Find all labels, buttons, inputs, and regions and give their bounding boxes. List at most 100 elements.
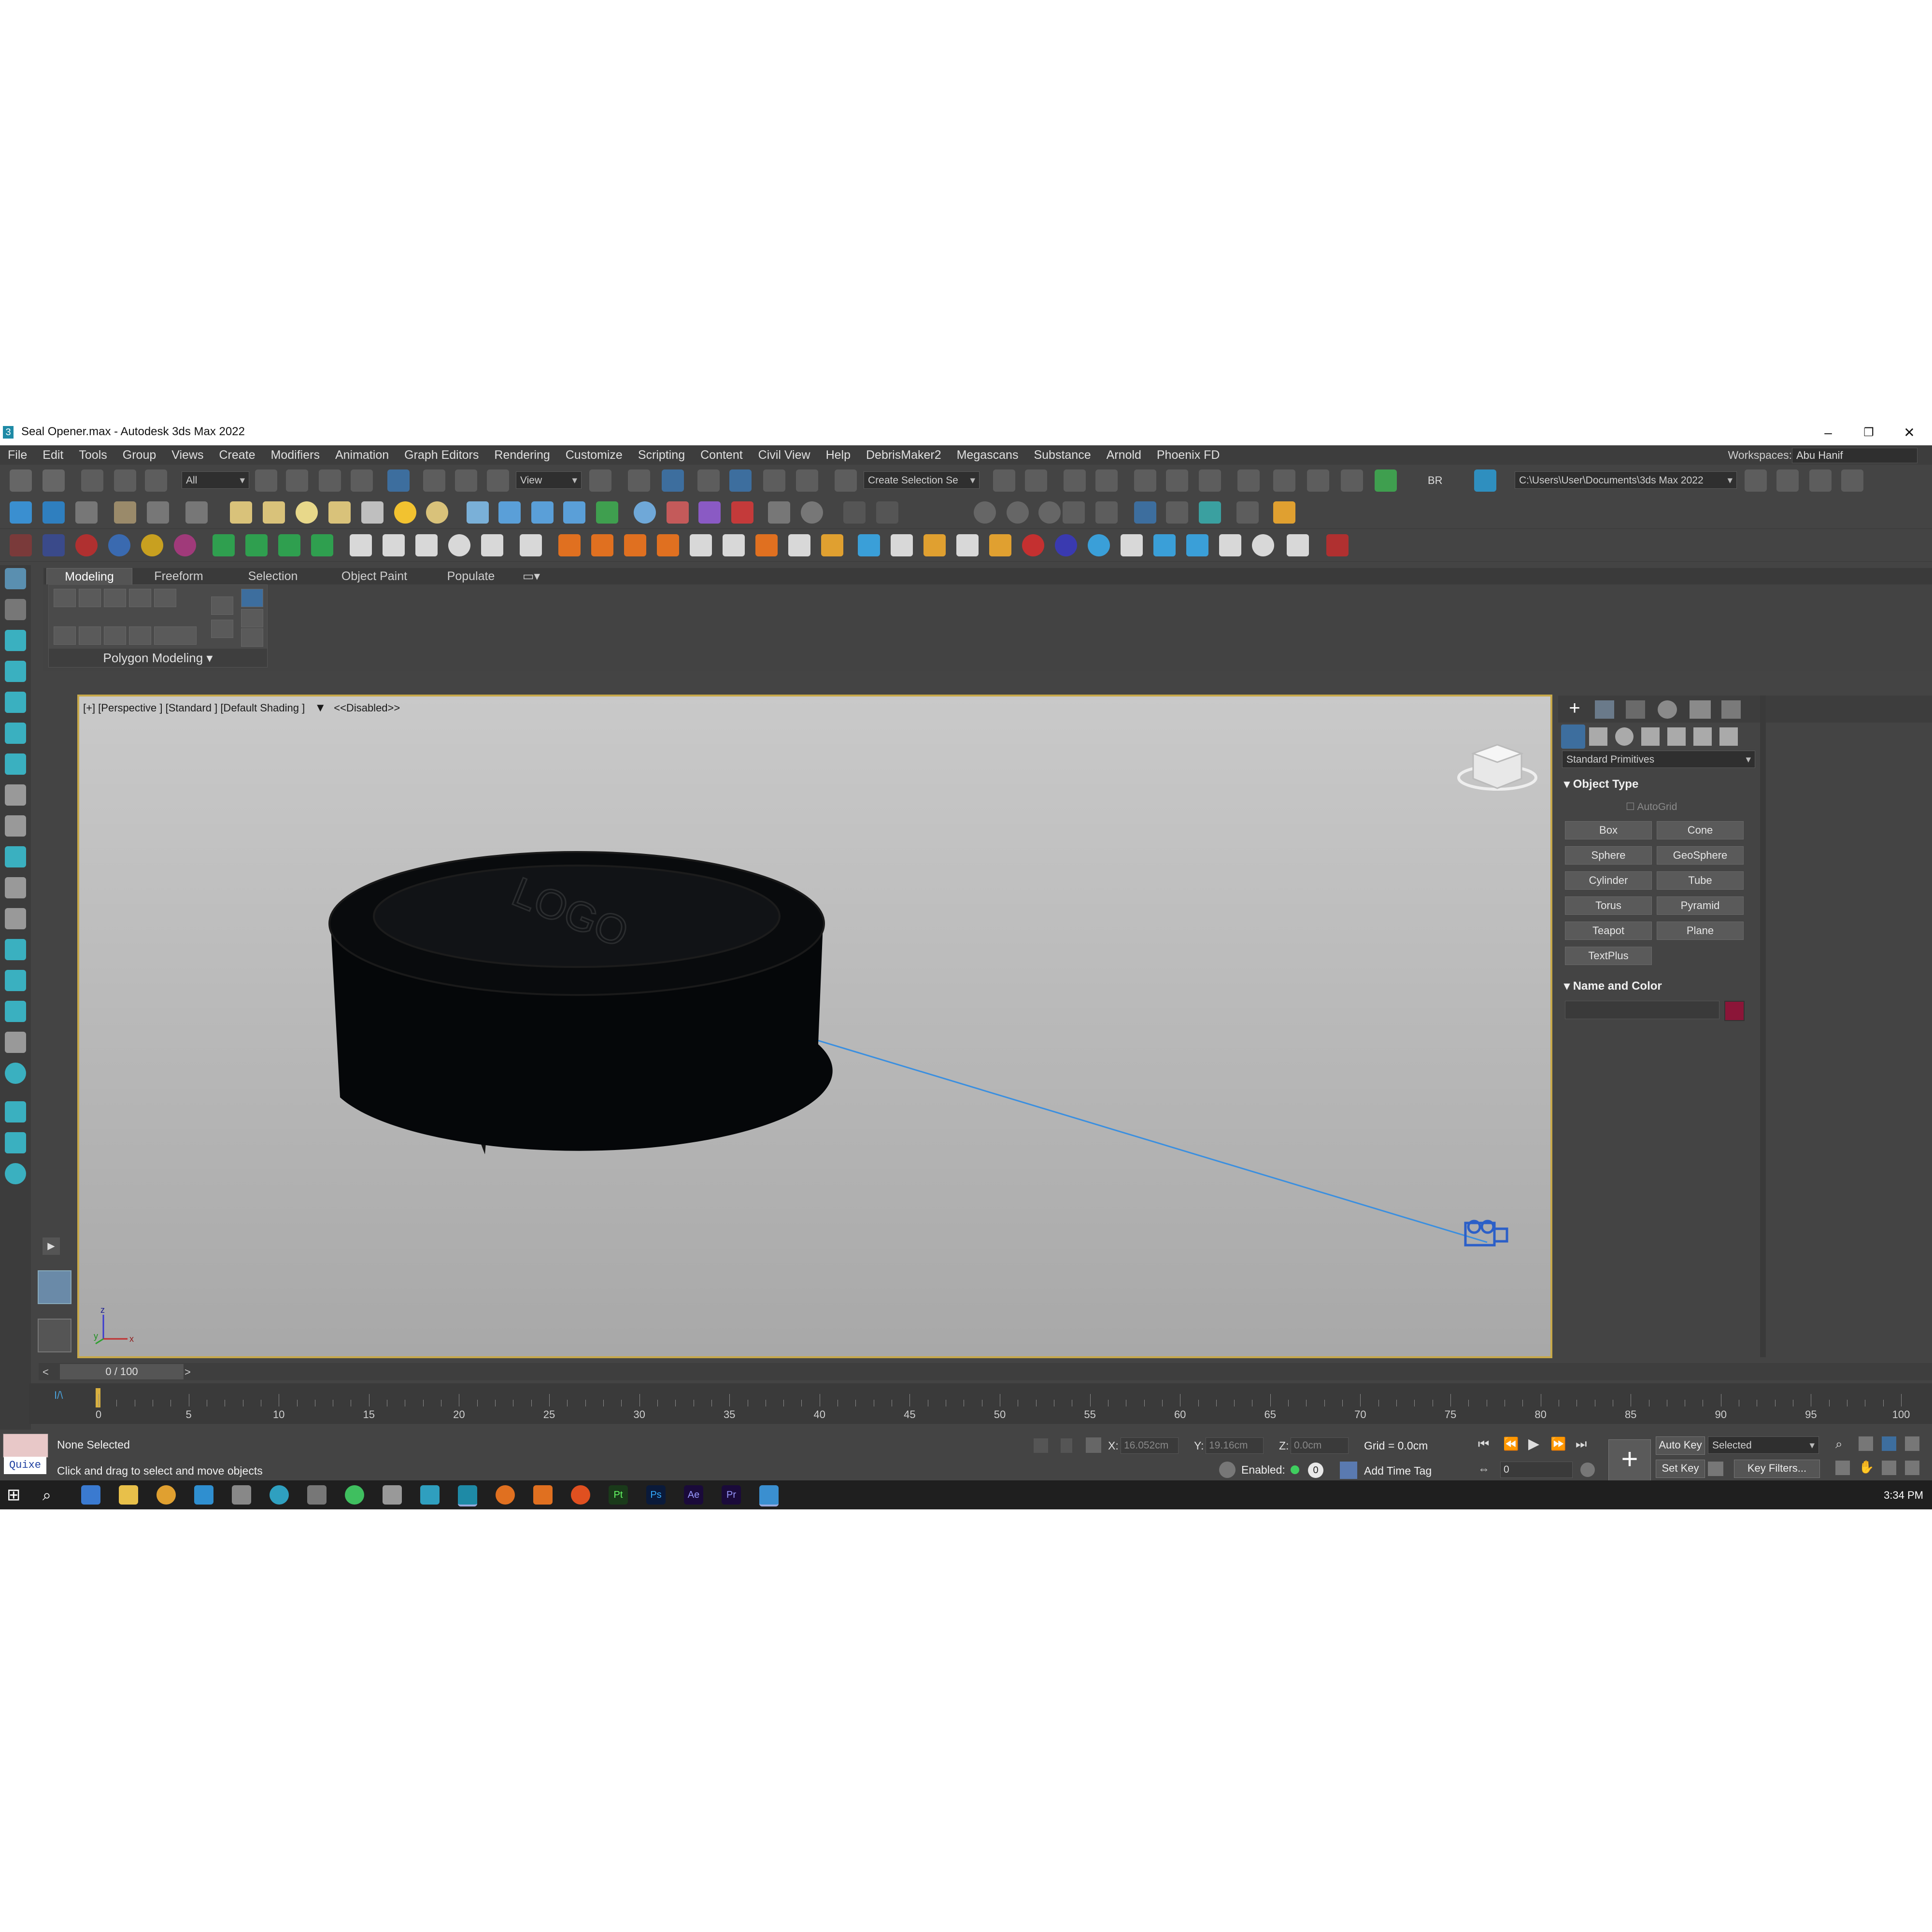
create-tab-icon[interactable]: + — [1563, 698, 1586, 720]
boat-icon[interactable] — [1121, 534, 1143, 556]
trash-icon[interactable] — [481, 534, 503, 556]
project-icon-1[interactable] — [1745, 469, 1767, 492]
list-settings-icon[interactable] — [520, 534, 542, 556]
megascans-icon[interactable] — [10, 501, 32, 524]
link-icon[interactable] — [81, 469, 103, 492]
green-burst-icon[interactable] — [311, 534, 333, 556]
systems-icon[interactable] — [1719, 727, 1738, 746]
close-button[interactable]: ✕ — [1897, 424, 1921, 441]
menu-customize[interactable]: Customize — [558, 445, 630, 465]
pause-icon[interactable] — [383, 534, 405, 556]
cameras-icon[interactable] — [1641, 727, 1660, 746]
project-icon-4[interactable] — [1841, 469, 1863, 492]
rig-icon[interactable] — [147, 501, 169, 524]
poly-tool-3-icon[interactable] — [104, 626, 126, 645]
time-slider[interactable]: < 0 / 100 > — [39, 1363, 1932, 1380]
time-config-icon[interactable] — [1580, 1463, 1595, 1477]
tab-modeling[interactable]: Modeling — [46, 568, 132, 585]
camera-tool-icon[interactable] — [5, 599, 26, 620]
calculator-icon[interactable] — [307, 1485, 327, 1505]
undo-icon[interactable] — [10, 469, 32, 492]
box-button[interactable]: Box — [1565, 821, 1652, 839]
command-panel-scrollbar[interactable] — [1760, 696, 1766, 1357]
select-object-icon[interactable] — [255, 469, 277, 492]
stack-up-icon[interactable] — [211, 597, 233, 615]
current-frame-field[interactable]: 0 — [1500, 1462, 1573, 1478]
edge-icon[interactable] — [79, 589, 101, 607]
menu-rendering[interactable]: Rendering — [486, 445, 557, 465]
motion-tab-icon[interactable] — [1658, 700, 1677, 719]
pan-icon[interactable]: ✋ — [1859, 1460, 1874, 1475]
add-time-tag[interactable]: Add Time Tag — [1364, 1464, 1432, 1477]
poly-tool-4-icon[interactable] — [129, 626, 151, 645]
modify-tool-icon[interactable] — [5, 723, 26, 744]
menu-views[interactable]: Views — [164, 445, 211, 465]
cylinder-button[interactable]: Cylinder — [1565, 871, 1652, 890]
border-icon[interactable] — [104, 589, 126, 607]
key-mode-dropdown[interactable]: Selected — [1708, 1436, 1819, 1454]
menu-content[interactable]: Content — [693, 445, 751, 465]
search-icon[interactable]: ⌕ — [43, 1485, 62, 1505]
poly-tool-2-icon[interactable] — [79, 626, 101, 645]
key-tangent-icon[interactable] — [1708, 1462, 1723, 1476]
menu-create[interactable]: Create — [212, 445, 263, 465]
auto-key-button[interactable]: Auto Key — [1656, 1436, 1705, 1455]
smoke-icon[interactable] — [690, 534, 712, 556]
go-to-start-icon[interactable]: ⏮ — [1478, 1436, 1489, 1452]
poly-tool-5-icon[interactable] — [154, 626, 197, 645]
bridge-icon[interactable] — [43, 501, 65, 524]
expand-arrow-icon[interactable]: ▶ — [43, 1237, 60, 1255]
autogrid-checkbox[interactable]: ☐ AutoGrid — [1626, 801, 1677, 813]
key-mode-icon[interactable]: ⇔ — [1478, 1463, 1490, 1476]
cone-tool-icon[interactable] — [5, 692, 26, 713]
adaptive-degradation-icon[interactable] — [1219, 1462, 1236, 1478]
curve-editor-icon[interactable] — [1166, 469, 1188, 492]
green-grid-icon[interactable] — [278, 534, 300, 556]
window-crossing-icon[interactable] — [351, 469, 373, 492]
tab-freeform[interactable]: Freeform — [135, 568, 222, 584]
edge-icon[interactable] — [270, 1485, 289, 1505]
tab-selection[interactable]: Selection — [227, 568, 319, 584]
substance-icon[interactable] — [533, 1485, 553, 1505]
dot-icon-1[interactable] — [974, 501, 996, 524]
selection-filter-dropdown[interactable]: All — [182, 471, 249, 489]
waves-icon[interactable] — [1186, 534, 1208, 556]
polygon-icon[interactable] — [129, 589, 151, 607]
menu-megascans[interactable]: Megascans — [949, 445, 1026, 465]
menu-modifiers[interactable]: Modifiers — [263, 445, 327, 465]
lock-icon[interactable] — [768, 501, 790, 524]
tab-object-paint[interactable]: Object Paint — [324, 568, 425, 584]
liquid-icon[interactable] — [498, 501, 521, 524]
bone-icon[interactable] — [185, 501, 208, 524]
skype-icon[interactable] — [194, 1485, 213, 1505]
br-label[interactable]: BR — [1428, 474, 1443, 487]
blue-box-icon[interactable] — [43, 534, 65, 556]
hierarchy-tab-icon[interactable] — [1626, 700, 1645, 719]
edit-named-selection-icon[interactable] — [835, 469, 857, 492]
crosshair-icon[interactable] — [876, 501, 898, 524]
debris-icon[interactable] — [1326, 534, 1349, 556]
menu-group[interactable]: Group — [115, 445, 164, 465]
project-path-dropdown[interactable]: C:\Users\User\Documents\3ds Max 2022 — [1515, 471, 1737, 489]
x-coordinate-field[interactable]: 16.052cm — [1121, 1437, 1179, 1454]
move-icon[interactable] — [387, 469, 410, 492]
select-by-name-icon[interactable] — [286, 469, 308, 492]
refresh-tool-icon[interactable] — [5, 877, 26, 898]
vertex-icon[interactable] — [54, 589, 76, 607]
lights-icon[interactable] — [1615, 727, 1634, 746]
play-icon[interactable] — [350, 534, 372, 556]
file-explorer-icon[interactable] — [119, 1485, 138, 1505]
layers-tool-icon[interactable] — [5, 846, 26, 867]
object-color-swatch[interactable] — [1724, 1001, 1745, 1021]
next-frame-icon[interactable]: ⏩ — [1550, 1436, 1566, 1451]
pin-stack-icon[interactable] — [241, 609, 263, 627]
windows-start-icon[interactable]: ⊞ — [7, 1485, 26, 1505]
light-tool-icon[interactable] — [5, 630, 26, 651]
tab-populate[interactable]: Populate — [430, 568, 512, 584]
blender-icon[interactable] — [496, 1485, 515, 1505]
perspective-viewport[interactable]: [+] [Perspective ] [Standard ] [Default … — [77, 695, 1552, 1358]
scene-icon[interactable] — [5, 568, 26, 589]
red-splash-icon[interactable] — [1022, 534, 1044, 556]
settings-gear-icon[interactable] — [1273, 501, 1295, 524]
scale-icon[interactable] — [455, 469, 477, 492]
